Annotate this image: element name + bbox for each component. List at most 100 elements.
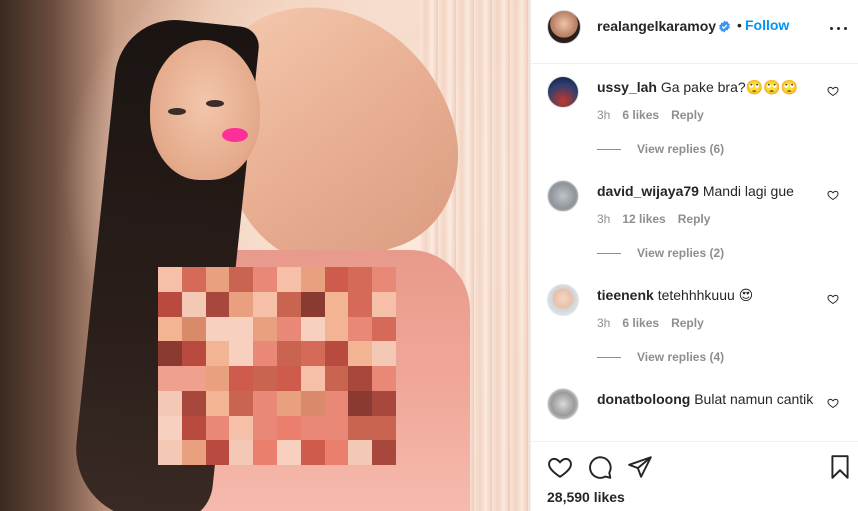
comment-reply-button[interactable]: Reply [678,212,711,226]
commenter-avatar[interactable] [547,284,579,316]
mosaic-block [276,366,301,391]
comment-username[interactable]: ussy_lah [597,79,657,95]
mosaic-block [372,316,396,342]
view-replies-label: View replies (4) [637,350,725,364]
mosaic-block [372,440,396,465]
mosaic-block [158,390,182,416]
comment-time: 3h [597,316,611,330]
mosaic-block [300,390,325,416]
view-replies-button[interactable]: View replies (2) [597,246,724,260]
mosaic-block [181,366,206,391]
post-header: realangelkaramoy • Follow [531,0,858,64]
mosaic-block [158,415,182,441]
mosaic-block [205,341,230,366]
view-replies-label: View replies (2) [637,246,725,260]
follow-button[interactable]: Follow [745,17,789,33]
mosaic-block [253,440,277,465]
comment-text: Mandi lagi gue [702,183,794,199]
mosaic-block [158,366,182,391]
view-replies-label: View replies (6) [637,142,725,156]
post-photo[interactable] [0,0,530,511]
mosaic-block [181,390,206,416]
comment-bubble-icon[interactable] [587,454,613,480]
comment-meta: 3h 6 likes Reply [597,316,704,330]
view-replies-button[interactable]: View replies (6) [597,142,724,156]
mosaic-block [300,415,325,441]
post-actions-bar: 28,590 likes [531,441,858,511]
header-separator: • [737,17,742,33]
mosaic-block [372,291,396,317]
mosaic-block [158,267,182,292]
commenter-avatar[interactable] [547,76,579,108]
comment-meta: 3h 12 likes Reply [597,212,710,226]
heart-icon[interactable] [547,454,573,480]
mosaic-block [158,291,182,317]
bookmark-icon[interactable] [827,454,853,480]
mosaic-block [276,390,301,416]
mosaic-block [348,366,373,391]
comment-reply-button[interactable]: Reply [671,316,704,330]
comment-heart-icon[interactable] [827,85,839,97]
mosaic-block [181,267,206,292]
mosaic-block [348,341,373,366]
mosaic-block [229,267,254,292]
mosaic-block [348,316,373,342]
mosaic-block [348,267,373,292]
mosaic-block [324,341,349,366]
mosaic-block [158,341,182,366]
mosaic-block [229,366,254,391]
more-options-icon[interactable] [827,18,851,38]
mosaic-block [253,267,277,292]
mosaic-block [253,415,277,441]
mosaic-block [324,415,349,441]
mosaic-block [300,366,325,391]
mosaic-block [181,415,206,441]
mosaic-block [300,341,325,366]
mosaic-block [205,316,230,342]
mosaic-block [229,291,254,317]
comment-heart-icon[interactable] [827,189,839,201]
mosaic-block [276,341,301,366]
mosaic-block [181,341,206,366]
comment-username[interactable]: david_wijaya79 [597,183,699,199]
mosaic-block [348,390,373,416]
mosaic-block [253,390,277,416]
mosaic-block [253,341,277,366]
photo-face [150,40,260,180]
mosaic-block [229,440,254,465]
mosaic-block [181,291,206,317]
comment-text: Bulat namun cantik [694,391,814,407]
post-likes-count[interactable]: 28,590 likes [547,489,625,505]
verified-badge-icon [719,20,730,33]
mosaic-block [253,291,277,317]
comment-reply-button[interactable]: Reply [671,108,704,122]
comment-time: 3h [597,212,611,226]
mosaic-block [205,267,230,292]
comment-username[interactable]: donatboloong [597,391,690,407]
comment-body: tieenenk tetehhhkuuu 😍 [597,286,817,304]
commenter-avatar[interactable] [547,180,579,212]
mosaic-block [181,440,206,465]
author-username[interactable]: realangelkaramoy [597,18,716,34]
comment-text: tetehhhkuuu 😍 [657,287,754,303]
mosaic-block [181,316,206,342]
mosaic-block [300,291,325,317]
mosaic-block [158,440,182,465]
comment-username[interactable]: tieenenk [597,287,654,303]
mosaic-block [253,316,277,342]
view-replies-button[interactable]: View replies (4) [597,350,724,364]
comment-likes[interactable]: 12 likes [622,212,665,226]
commenter-avatar[interactable] [547,388,579,420]
mosaic-block [324,267,349,292]
comment-likes[interactable]: 6 likes [622,108,659,122]
mosaic-block [205,390,230,416]
mosaic-block [324,440,349,465]
comment-heart-icon[interactable] [827,397,839,409]
paper-plane-icon[interactable] [627,454,653,480]
comment-text: Ga pake bra?🙄🙄🙄 [660,79,798,95]
mosaic-block [253,366,277,391]
mosaic-block [158,316,182,342]
author-avatar[interactable] [547,10,581,44]
comment-heart-icon[interactable] [827,293,839,305]
comment-likes[interactable]: 6 likes [622,316,659,330]
